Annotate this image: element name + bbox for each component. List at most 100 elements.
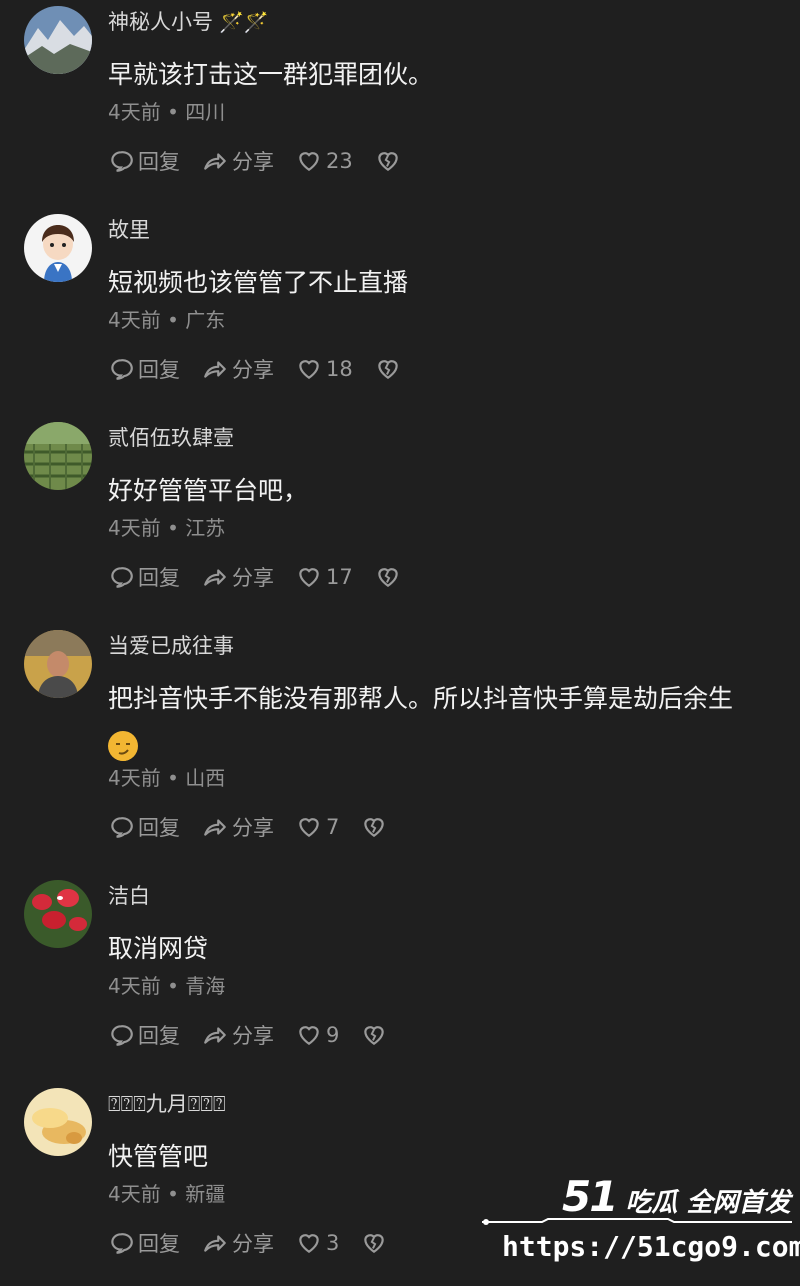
comment-actions: 回复 分享 18 xyxy=(108,354,427,384)
share-button[interactable]: 分享 xyxy=(202,1228,274,1258)
comment-text: 取消网贷 xyxy=(108,934,209,963)
reply-icon xyxy=(111,1233,133,1254)
dislike-button[interactable] xyxy=(375,148,405,174)
like-button[interactable]: 9 xyxy=(296,1022,339,1048)
share-button[interactable]: 分享 xyxy=(202,1020,274,1050)
share-label: 分享 xyxy=(232,1024,274,1048)
like-count: 9 xyxy=(326,1023,340,1047)
broken-heart-icon xyxy=(377,360,398,379)
broken-heart-icon xyxy=(364,1026,385,1045)
reply-button[interactable]: 回复 xyxy=(108,1228,180,1258)
username-text[interactable]: 贰佰伍玖肆壹 xyxy=(108,426,234,450)
reply-button[interactable]: 回复 xyxy=(108,354,180,384)
cartoon-boy-avatar[interactable] xyxy=(24,214,92,282)
comment-meta: 4天前 • 广东 xyxy=(108,308,226,332)
comment-text: 好好管管平台吧， xyxy=(108,476,309,505)
dislike-button[interactable] xyxy=(361,1022,391,1048)
share-icon xyxy=(204,153,226,170)
mountain-avatar[interactable] xyxy=(24,6,92,74)
like-button[interactable]: 7 xyxy=(296,814,339,840)
comment-actions: 回复 分享 17 xyxy=(108,562,427,592)
share-button[interactable]: 分享 xyxy=(202,354,274,384)
username[interactable]: 当爱已成往事 xyxy=(108,630,234,660)
share-icon xyxy=(204,819,226,836)
username-text[interactable]: 故里 xyxy=(108,218,150,242)
comment-meta: 4天前 • 江苏 xyxy=(108,516,226,540)
heart-icon xyxy=(299,568,319,587)
like-button[interactable]: 3 xyxy=(296,1230,339,1256)
username[interactable]: 故里 xyxy=(108,214,150,244)
share-label: 分享 xyxy=(232,150,274,174)
like-count: 17 xyxy=(326,565,353,589)
username[interactable]: 洁白 xyxy=(108,880,150,910)
reply-button[interactable]: 回复 xyxy=(108,812,180,842)
reply-icon xyxy=(111,567,133,588)
reply-label: 回复 xyxy=(138,150,180,174)
reply-button[interactable]: 回复 xyxy=(108,1020,180,1050)
share-button[interactable]: 分享 xyxy=(202,812,274,842)
like-button[interactable]: 18 xyxy=(296,356,353,382)
dislike-button[interactable] xyxy=(361,814,391,840)
comment-meta: 4天前 • 青海 xyxy=(108,974,226,998)
reply-icon xyxy=(111,151,133,172)
share-icon xyxy=(204,569,226,586)
smirk-emoji-icon xyxy=(108,731,138,761)
share-button[interactable]: 分享 xyxy=(202,562,274,592)
dislike-button[interactable] xyxy=(375,356,405,382)
watermark-logo-text: 吃瓜 全网首发 xyxy=(625,1188,791,1218)
reply-icon xyxy=(111,359,133,380)
share-icon xyxy=(204,1027,226,1044)
comment-meta: 4天前 • 山西 xyxy=(108,766,226,790)
comment-meta: 4天前 • 新疆 xyxy=(108,1182,226,1206)
share-icon xyxy=(204,1235,226,1252)
reply-icon xyxy=(111,1025,133,1046)
like-count: 18 xyxy=(326,357,353,381)
dislike-button[interactable] xyxy=(375,564,405,590)
badge-icon: 🪄🪄 xyxy=(219,10,269,34)
username-text[interactable]: 当爱已成往事 xyxy=(108,634,234,658)
username-text[interactable]: ⍰⍰⍰九月⍰⍰⍰ xyxy=(108,1092,226,1116)
share-label: 分享 xyxy=(232,566,274,590)
username[interactable]: 神秘人小号 🪄🪄 xyxy=(108,6,269,36)
heart-icon xyxy=(299,818,319,837)
comment-actions: 回复 分享 3 xyxy=(108,1228,413,1258)
comment-text-body: 把抖音快手不能没有那帮人。所以抖音快手算是劫后余生 xyxy=(108,684,734,713)
like-button[interactable]: 23 xyxy=(296,148,353,174)
man-photo-avatar[interactable] xyxy=(24,630,92,698)
bread-avatar[interactable] xyxy=(24,1088,92,1156)
heart-icon xyxy=(299,360,319,379)
username-text[interactable]: 神秘人小号 xyxy=(108,10,213,34)
share-label: 分享 xyxy=(232,358,274,382)
broken-heart-icon xyxy=(364,1234,385,1253)
like-count: 23 xyxy=(326,149,353,173)
like-count: 7 xyxy=(326,815,340,839)
comment-text: 把抖音快手不能没有那帮人。所以抖音快手算是劫后余生 xyxy=(108,676,778,768)
red-flowers-avatar[interactable] xyxy=(24,880,92,948)
heart-icon xyxy=(299,152,319,171)
comment-actions: 回复 分享 7 xyxy=(108,812,413,842)
broken-heart-icon xyxy=(377,152,398,171)
watermark-url: https://51cgo9.com xyxy=(502,1230,800,1263)
broken-heart-icon xyxy=(377,568,398,587)
heart-icon xyxy=(299,1234,319,1253)
username[interactable]: 贰佰伍玖肆壹 xyxy=(108,422,234,452)
like-count: 3 xyxy=(326,1231,340,1255)
share-icon xyxy=(204,361,226,378)
field-avatar[interactable] xyxy=(24,422,92,490)
watermark: 51 吃瓜 全网首发 https://51cgo9.com xyxy=(482,1168,800,1272)
comment-actions: 回复 分享 23 xyxy=(108,146,427,176)
watermark-circuit-line xyxy=(482,1218,792,1225)
like-button[interactable]: 17 xyxy=(296,564,353,590)
reply-button[interactable]: 回复 xyxy=(108,146,180,176)
comment-meta: 4天前 • 四川 xyxy=(108,100,226,124)
reply-label: 回复 xyxy=(138,816,180,840)
broken-heart-icon xyxy=(364,818,385,837)
username-text[interactable]: 洁白 xyxy=(108,884,150,908)
reply-label: 回复 xyxy=(138,358,180,382)
username[interactable]: ⍰⍰⍰九月⍰⍰⍰ xyxy=(108,1088,226,1118)
watermark-logo-number: 51 xyxy=(562,1172,618,1221)
dislike-button[interactable] xyxy=(361,1230,391,1256)
share-button[interactable]: 分享 xyxy=(202,146,274,176)
reply-label: 回复 xyxy=(138,1232,180,1256)
reply-button[interactable]: 回复 xyxy=(108,562,180,592)
